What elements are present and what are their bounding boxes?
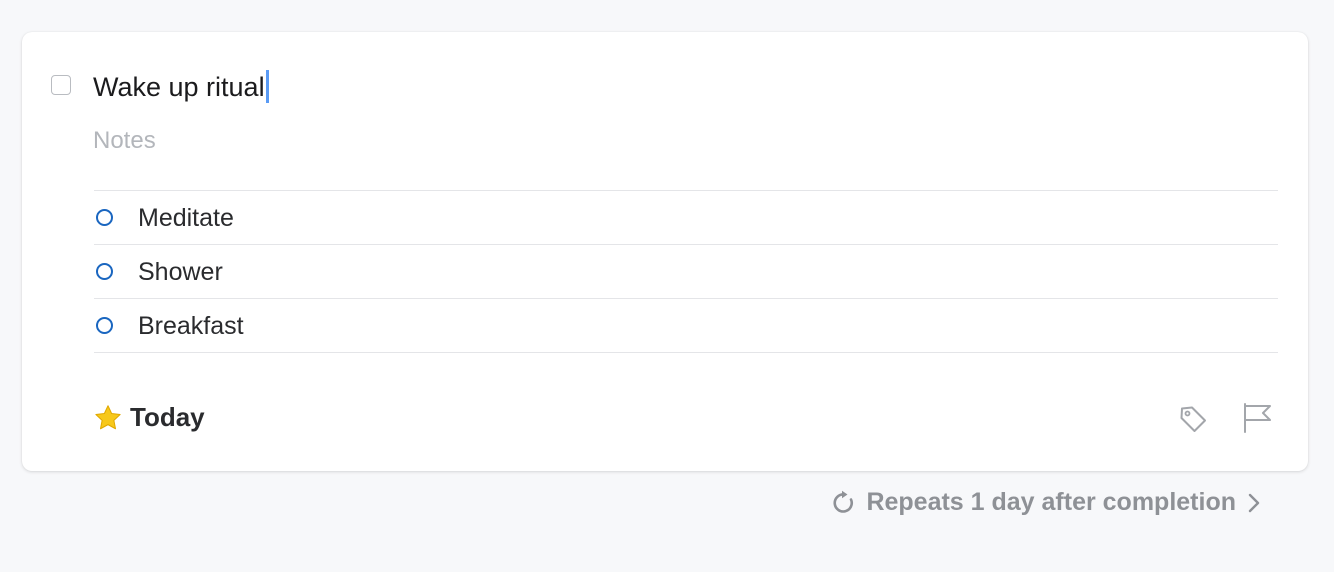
chevron-right-icon xyxy=(1248,493,1260,512)
checklist-circle-icon[interactable] xyxy=(96,209,113,226)
flag-icon[interactable] xyxy=(1242,402,1274,434)
when-date-button[interactable]: Today xyxy=(93,402,205,433)
checklist-circle-icon[interactable] xyxy=(96,263,113,280)
checklist-item-label: Shower xyxy=(138,258,223,286)
checklist-circle-icon[interactable] xyxy=(96,317,113,334)
notes-field[interactable]: Notes xyxy=(93,127,156,155)
repeat-label: Repeats 1 day after completion xyxy=(866,488,1236,516)
checklist-item[interactable]: Shower xyxy=(94,245,1278,299)
task-title-field[interactable]: Wake up ritual xyxy=(93,70,269,103)
checklist: Meditate Shower Breakfast xyxy=(94,190,1278,353)
task-title: Wake up ritual xyxy=(93,71,265,102)
tag-icon[interactable] xyxy=(1177,403,1209,435)
repeat-settings-link[interactable]: Repeats 1 day after completion xyxy=(831,488,1262,517)
checklist-item-label: Breakfast xyxy=(138,312,244,340)
star-icon xyxy=(95,404,121,429)
text-caret xyxy=(265,70,269,103)
when-label: Today xyxy=(130,402,205,432)
checklist-item[interactable]: Breakfast xyxy=(94,299,1278,353)
task-card: Wake up ritual Notes Meditate Shower Bre… xyxy=(22,32,1308,471)
task-checkbox[interactable] xyxy=(51,75,71,95)
repeat-icon xyxy=(833,490,854,513)
checklist-item[interactable]: Meditate xyxy=(94,191,1278,245)
checklist-item-label: Meditate xyxy=(138,204,234,232)
